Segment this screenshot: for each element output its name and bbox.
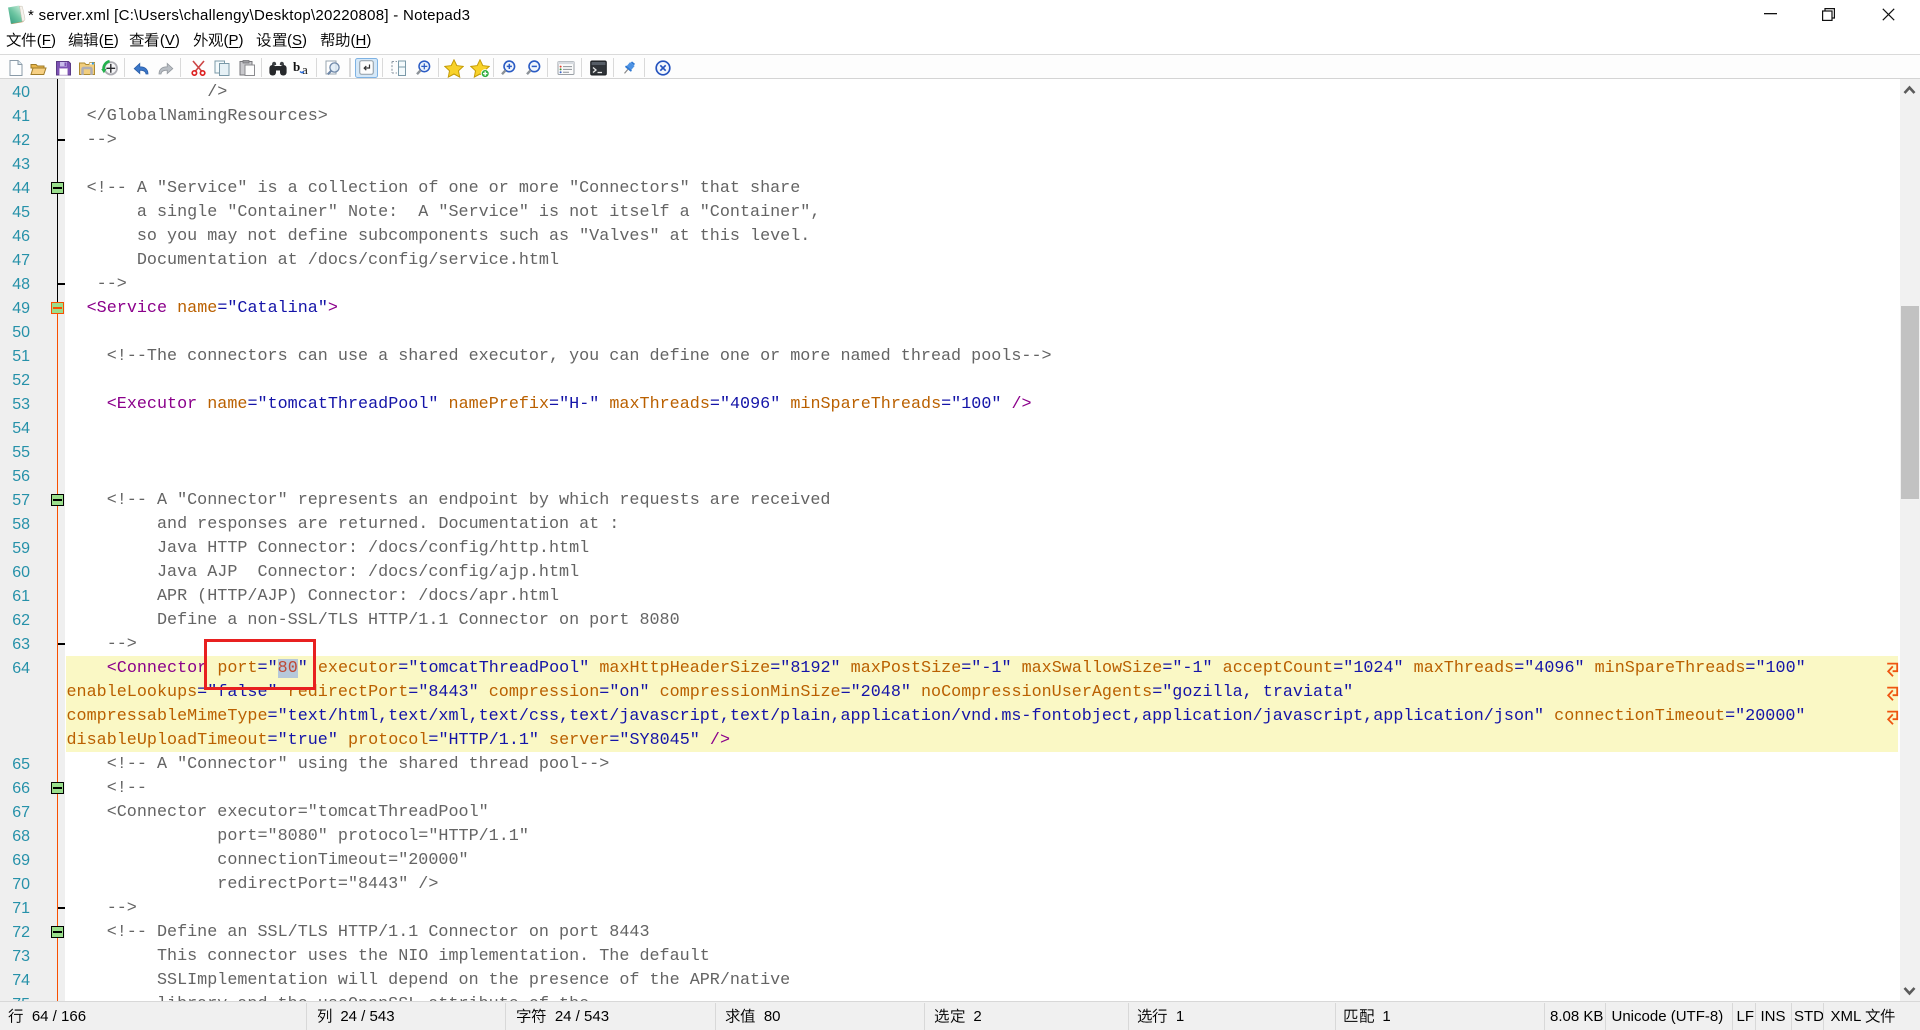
svg-text:b: b bbox=[293, 60, 300, 74]
svg-text:a: a bbox=[302, 62, 308, 76]
